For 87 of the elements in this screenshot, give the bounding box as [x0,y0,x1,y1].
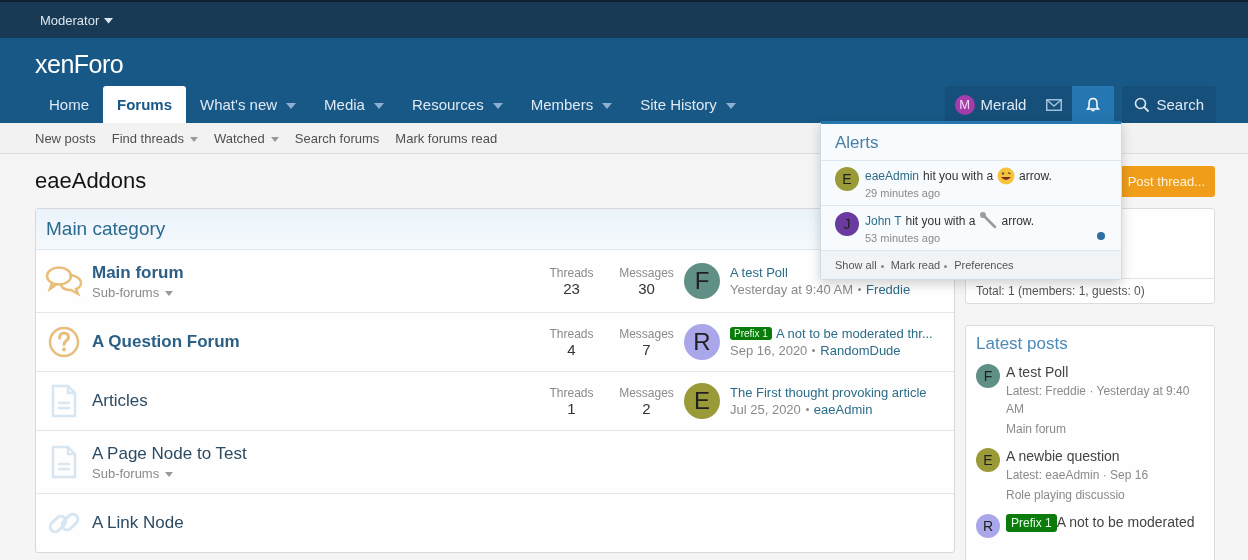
alert-time: 53 minutes ago [865,232,942,244]
thread-link[interactable]: A newbie question [1006,448,1149,464]
username-link[interactable]: Freddie [866,282,911,297]
stat-label: Threads [549,265,594,280]
alert-time: 29 minutes ago [865,187,942,199]
nav-tab[interactable]: Resources [397,86,517,123]
user-avatar: J [835,212,859,236]
subnav-link[interactable]: Search forums [294,130,380,146]
forum-title-link[interactable]: Main forum [92,262,184,283]
nav-tab[interactable]: Site History [626,86,750,123]
alert-item[interactable]: E eaeAdmin hit you with a arrow. 29 minutes ago [821,161,1121,206]
subnav-link[interactable]: Find threads [111,130,198,146]
alerts-footer-link[interactable]: Preferences [954,259,1014,271]
forum-title-link[interactable]: A Page Node to Test [92,443,247,464]
moderator-menu[interactable]: Moderator [40,12,114,28]
separator-dot-icon [805,408,809,411]
post-date: Sep 16, 2020 [730,343,808,358]
forum-title-link[interactable]: A Link Node [92,513,184,533]
search-icon [1134,96,1151,113]
sub-forums-menu[interactable]: Sub-forums [92,284,174,300]
thread-prefix-label: Prefix 1 [730,327,772,340]
nav-tab[interactable]: Members [516,86,627,123]
inbox-button[interactable] [1036,86,1073,123]
latest-posts-title[interactable]: Latest posts [976,334,1204,354]
sub-forums-menu[interactable]: Sub-forums [92,465,174,481]
search-button[interactable]: Search [1122,86,1216,123]
separator-dot-icon [944,264,948,268]
stat-value: 30 [638,279,655,297]
stat-label: Threads [549,385,594,400]
stat-label: Messages [619,385,674,400]
post-meta-text: Latest: Freddie · Yesterday at 9:40 AM [1006,383,1191,418]
nav-tab[interactable]: Forums [103,86,187,123]
stat-value: 2 [642,399,651,417]
subnav-link[interactable]: New posts [35,130,96,146]
stat-label: Messages [619,326,674,341]
caret-icon [165,471,174,477]
stat-label: Messages [619,265,674,280]
forum-link[interactable]: Main forum [1006,420,1204,438]
stat-value: 4 [567,340,576,358]
alerts-footer-link[interactable]: Mark read [890,259,941,271]
unread-dot[interactable] [1097,232,1105,240]
post-date: Jul 25, 2020 [730,402,801,417]
thread-link[interactable]: A not to be moderated thr... [775,326,933,341]
thread-link[interactable]: The First thought provoking article [730,385,927,400]
envelope-icon [1046,98,1063,111]
user-avatar: M [954,94,975,115]
account-button[interactable]: M Merald [944,86,1037,123]
forum-title-link[interactable]: A Question Forum [92,332,240,352]
user-avatar[interactable]: F [976,364,1000,388]
username-link[interactable]: eaeAdmin [813,402,873,417]
separator-dot-icon [858,288,862,291]
username-link[interactable]: RandomDude [820,343,901,358]
thread-link[interactable]: Prefix 1 A not to be moderated [1006,514,1195,530]
user-avatar[interactable]: E [976,448,1000,472]
user-avatar[interactable]: E [684,383,720,419]
alerts-button[interactable] [1072,86,1115,123]
subnav-link[interactable]: Mark forums read [395,130,498,146]
caret-icon [165,290,174,296]
user-avatar: E [835,167,859,191]
user-avatar[interactable]: R [684,324,720,360]
stat-value: 7 [642,340,651,358]
wrench-icon [979,212,998,230]
separator-dot-icon [880,264,884,268]
forum-title-link[interactable]: Articles [92,391,148,411]
subnav-link[interactable]: Watched [213,130,279,146]
post-date: Yesterday at 9:40 AM [730,282,854,297]
stat-value: 23 [563,279,580,297]
thread-link[interactable]: A test Poll [730,265,788,280]
alert-item[interactable]: J John T hit you with a arrow. 53 minutes ago [821,206,1121,251]
post-meta-text: Latest: eaeAdmin · Sep 16 [1006,467,1149,484]
grin-emoji-icon [997,167,1016,185]
user-avatar[interactable]: F [684,263,720,299]
bell-icon [1086,96,1101,113]
stat-label: Threads [549,326,594,341]
separator-dot-icon [812,349,816,352]
nav-tab[interactable]: What's new [186,86,311,123]
alerts-footer-link[interactable]: Show all [835,259,877,271]
nav-tab[interactable]: Media [310,86,398,123]
user-avatar[interactable]: R [976,514,1000,538]
site-logo[interactable]: xenForo [0,38,1248,79]
thread-link[interactable]: A test Poll [1006,364,1204,380]
online-total-text: Total: 1 (members: 1, guests: 0) [976,284,1145,298]
forum-link[interactable]: Role playing discussio [1006,486,1149,504]
stat-value: 1 [567,399,576,417]
page-title: eaeAddons [35,168,147,194]
nav-tab[interactable]: Home [35,86,103,123]
category-title[interactable]: Main category [46,218,166,240]
